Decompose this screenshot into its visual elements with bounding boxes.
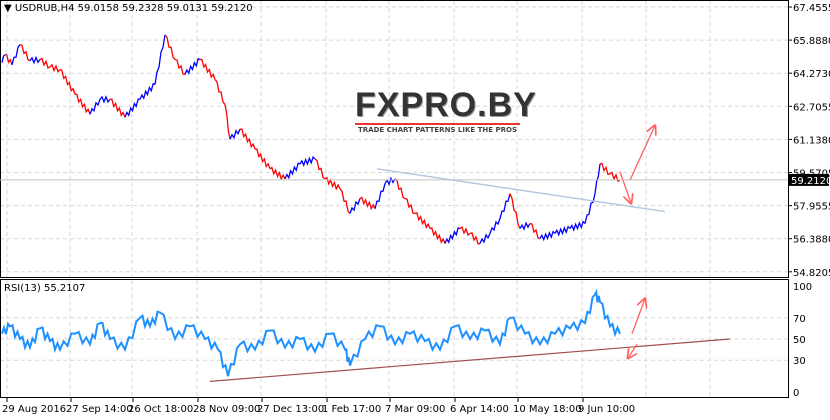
price-tick-label: 62.7055 xyxy=(793,102,830,113)
ohlc-values: 59.0158 59.2328 59.0131 59.2120 xyxy=(77,3,253,14)
price-tick-label: 61.1380 xyxy=(793,135,830,146)
time-tick-label: 1 Feb 17:00 xyxy=(322,404,381,415)
price-segment xyxy=(269,166,286,181)
price-segment xyxy=(374,183,386,209)
chart-header: ▼ USDRUB,H4 59.0158 59.2328 59.0131 59.2… xyxy=(4,3,253,14)
price-tick-label: 54.8205 xyxy=(793,268,830,279)
time-tick-label: 26 Oct 18:00 xyxy=(128,404,193,415)
rsi-tick-label: 70 xyxy=(793,314,806,325)
price-segment xyxy=(229,128,241,140)
price-segment xyxy=(254,148,271,170)
time-tick-label: 10 May 18:00 xyxy=(513,404,582,415)
price-tick-label: 64.2730 xyxy=(793,69,830,80)
time-tick-label: 9 Jun 10:00 xyxy=(578,404,635,415)
price-segment xyxy=(489,218,501,234)
price-tick-label: 57.9555 xyxy=(793,202,830,213)
price-segment xyxy=(174,58,186,76)
price-segment xyxy=(89,99,101,115)
price-segment xyxy=(184,58,201,75)
rsi-line xyxy=(1,288,621,377)
fxpro-logo: FXPRO.BY TRADE CHART PATTERNS LIKE THE P… xyxy=(355,86,537,134)
symbol-label: USDRUB,H4 xyxy=(14,3,75,14)
price-segment xyxy=(11,44,21,65)
price-segment xyxy=(164,34,176,60)
price-segment xyxy=(529,222,541,240)
price-segment xyxy=(29,55,41,65)
price-segment xyxy=(554,225,571,237)
price-segment xyxy=(99,95,111,104)
price-segment xyxy=(444,227,461,244)
rsi-tick-label: 100 xyxy=(793,282,812,293)
price-segment xyxy=(1,54,6,63)
time-tick-label: 6 Apr 14:00 xyxy=(450,404,509,415)
price-segment xyxy=(109,98,126,118)
price-segment xyxy=(509,193,521,229)
price-segment xyxy=(299,155,316,168)
price-segment xyxy=(139,83,156,100)
chart-window: 67.455565.888064.273062.705561.138059.57… xyxy=(0,0,830,420)
current-price-label: 59.2120 xyxy=(791,176,830,187)
price-segment xyxy=(339,188,351,214)
price-segment xyxy=(324,176,341,191)
time-tick-label: 27 Sep 14:00 xyxy=(66,404,133,415)
price-segment xyxy=(569,220,586,232)
rsi-tick-label: 0 xyxy=(793,388,799,399)
price-segment xyxy=(199,58,216,80)
time-tick-label: 27 Dec 13:00 xyxy=(257,404,324,415)
price-segment xyxy=(154,34,166,85)
arrow-icon xyxy=(631,299,645,334)
price-segment xyxy=(224,104,231,140)
price-segment xyxy=(314,158,326,180)
rsi-header: RSI(13) 55.2107 xyxy=(4,283,86,294)
price-segment xyxy=(384,176,396,187)
price-segment xyxy=(499,193,511,219)
triangle-down-icon[interactable]: ▼ xyxy=(4,3,12,14)
price-segment xyxy=(429,227,446,244)
price-segment xyxy=(479,233,491,244)
price-tick-label: 65.8880 xyxy=(793,36,830,47)
price-segment xyxy=(584,193,596,224)
price-segment xyxy=(74,93,91,115)
price-segment xyxy=(414,212,431,229)
chart-canvas[interactable]: 67.455565.888064.273062.705561.138059.57… xyxy=(0,0,830,420)
price-segment xyxy=(459,225,471,237)
price-segment xyxy=(394,178,406,200)
time-tick-label: 7 Mar 09:00 xyxy=(385,404,445,415)
price-tick-label: 67.4555 xyxy=(793,3,830,14)
arrow-icon xyxy=(619,171,631,203)
price-tick-label: 56.3880 xyxy=(793,235,830,246)
price-segment xyxy=(284,162,301,180)
price-segment xyxy=(5,54,13,66)
price-segment xyxy=(519,221,531,231)
time-tick-label: 28 Nov 09:00 xyxy=(193,404,260,415)
price-segment xyxy=(594,163,601,194)
price-segment xyxy=(49,63,61,73)
price-segment xyxy=(19,44,31,62)
rsi-tick-label: 30 xyxy=(793,356,806,367)
arrow-icon xyxy=(629,126,655,181)
price-segment xyxy=(214,79,226,105)
rsi-tick-label: 50 xyxy=(793,335,806,346)
time-tick-label: 29 Aug 2016 xyxy=(2,404,66,415)
price-segment xyxy=(359,196,376,211)
price-segment xyxy=(39,57,51,69)
